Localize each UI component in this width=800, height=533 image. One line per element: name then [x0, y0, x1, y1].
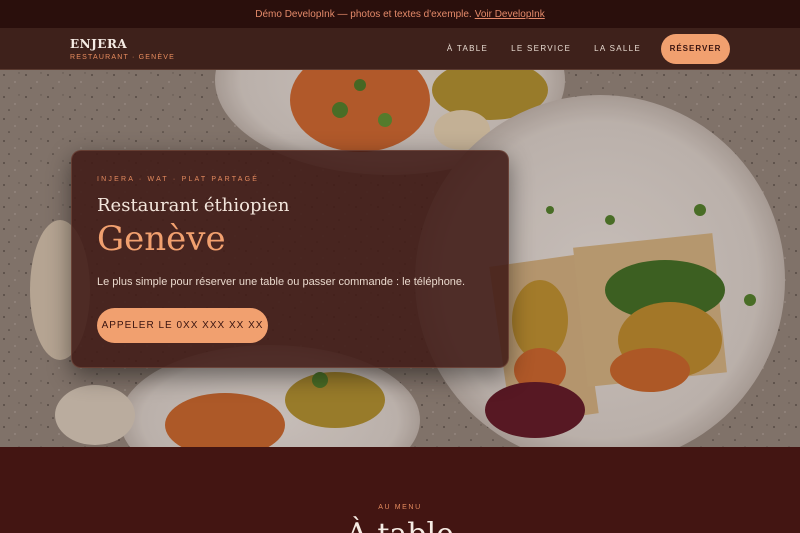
- hero-city: Genève: [97, 219, 226, 259]
- banner-text: Démo DevelopInk — photos et textes d'exe…: [255, 8, 472, 20]
- brand-tagline: RESTAURANT · GENÈVE: [70, 53, 175, 61]
- hero-title: Restaurant éthiopien: [97, 195, 290, 216]
- top-navigation: ENJERA RESTAURANT · GENÈVE À TABLE LE SE…: [0, 28, 800, 70]
- nav-links: À TABLE LE SERVICE LA SALLE RÉSERVER: [424, 33, 730, 64]
- menu-title: À table: [0, 517, 800, 533]
- nav-link-salle[interactable]: LA SALLE: [594, 44, 641, 53]
- hero-card: INJERA · WAT · PLAT PARTAGÉ Restaurant é…: [71, 150, 509, 368]
- brand[interactable]: ENJERA RESTAURANT · GENÈVE: [70, 37, 175, 61]
- hero-description: Le plus simple pour réserver une table o…: [97, 276, 466, 289]
- menu-section: AU MENU À table: [0, 447, 800, 533]
- banner-link[interactable]: Voir DevelopInk: [475, 9, 545, 20]
- nav-link-service[interactable]: LE SERVICE: [511, 44, 571, 53]
- reserve-button[interactable]: RÉSERVER: [661, 33, 730, 64]
- menu-eyebrow: AU MENU: [378, 504, 422, 511]
- hero: INJERA · WAT · PLAT PARTAGÉ Restaurant é…: [0, 70, 800, 447]
- demo-banner: Démo DevelopInk — photos et textes d'exe…: [0, 0, 800, 28]
- brand-name: ENJERA: [70, 36, 128, 51]
- call-button[interactable]: APPELER LE 0XX XXX XX XX: [97, 308, 268, 344]
- hero-eyebrow: INJERA · WAT · PLAT PARTAGÉ: [97, 176, 260, 183]
- nav-link-a-table[interactable]: À TABLE: [447, 44, 488, 53]
